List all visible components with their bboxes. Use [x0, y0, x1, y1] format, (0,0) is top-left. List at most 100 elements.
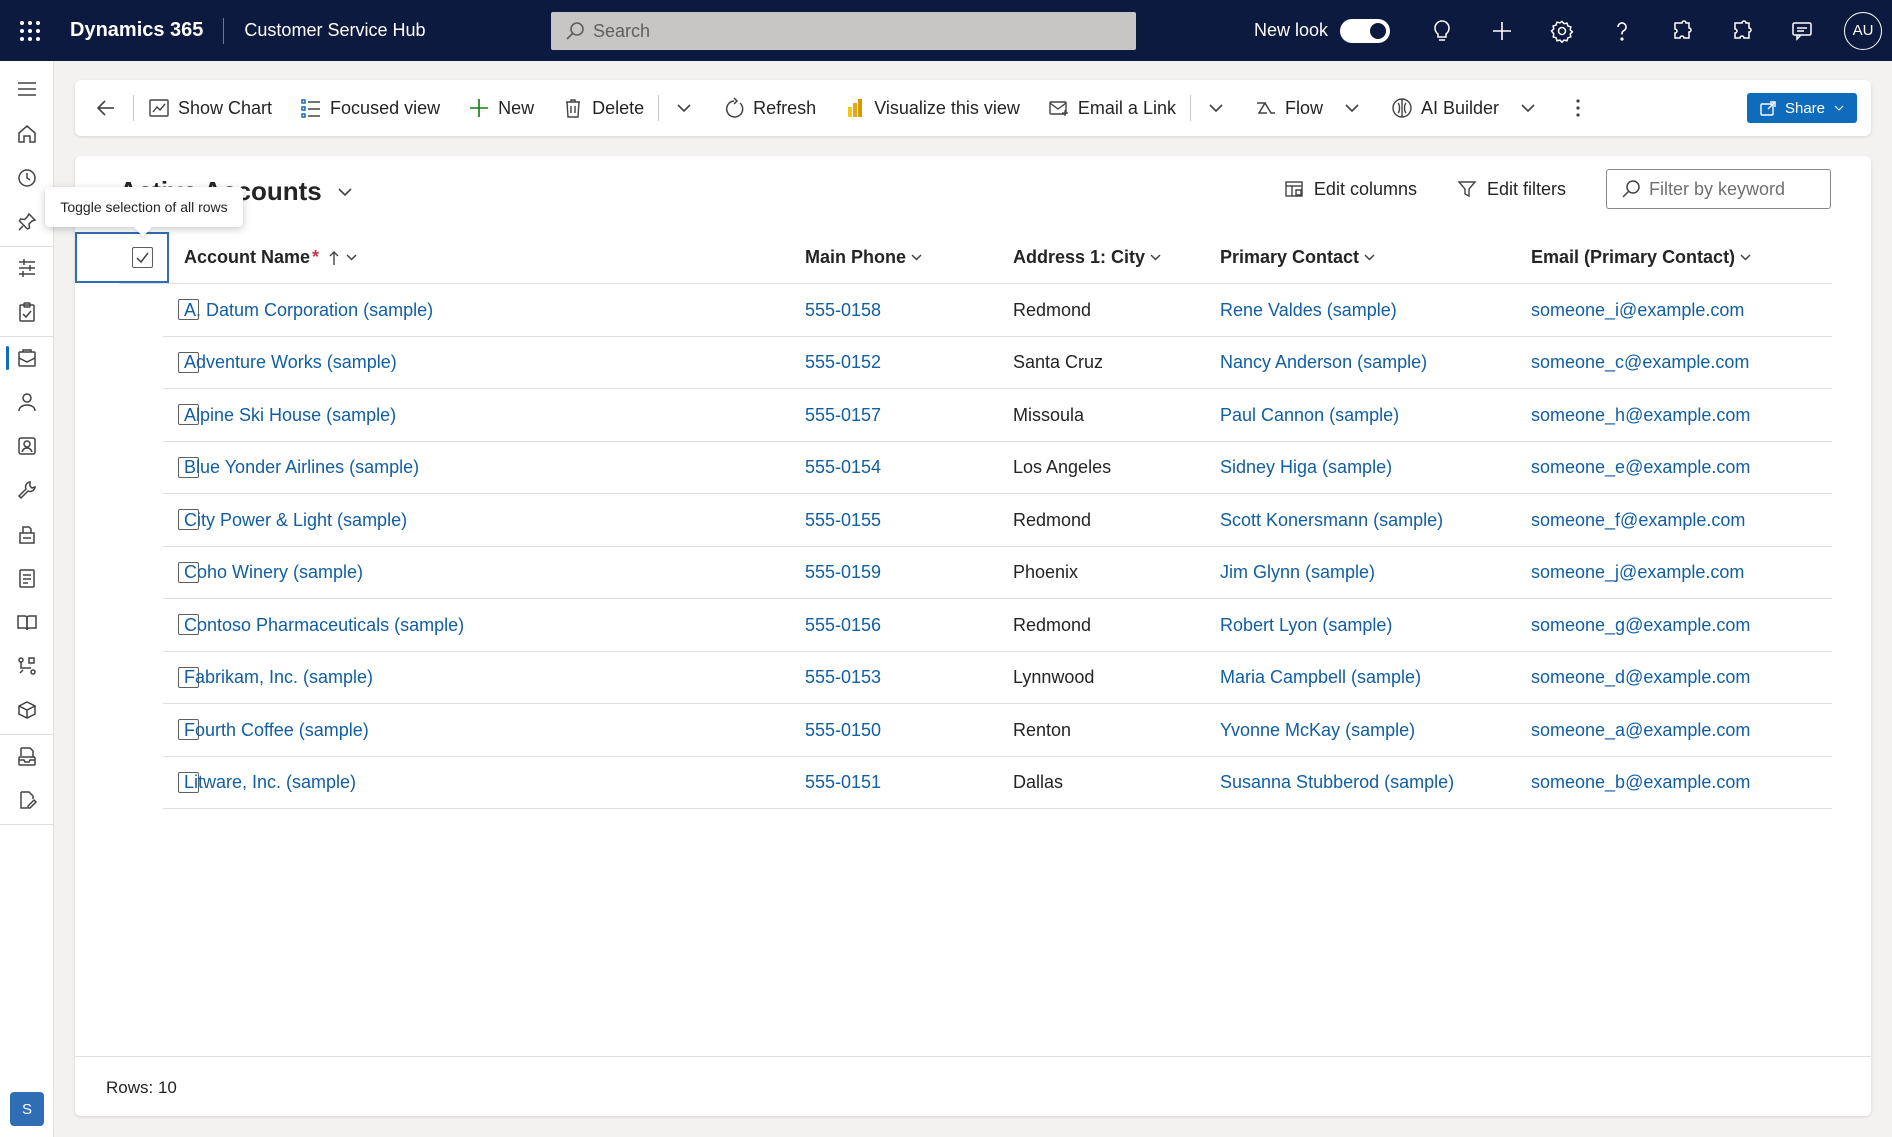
knowledge-articles-icon[interactable]: [0, 558, 54, 598]
activities-clipboard-icon[interactable]: [0, 292, 54, 332]
products-box-icon[interactable]: [0, 690, 54, 730]
cell-main-phone[interactable]: 555-0155: [805, 494, 881, 546]
routing-icon[interactable]: [0, 646, 54, 686]
cell-main-phone[interactable]: 555-0158: [805, 284, 881, 336]
cell-account-name[interactable]: Contoso Pharmaceuticals (sample): [184, 599, 464, 651]
delete-button[interactable]: Delete: [548, 80, 658, 136]
cell-primary-contact[interactable]: Nancy Anderson (sample): [1220, 337, 1427, 389]
cell-account-name[interactable]: Fourth Coffee (sample): [184, 704, 369, 756]
share-button[interactable]: Share: [1746, 93, 1857, 123]
cell-primary-contact[interactable]: Robert Lyon (sample): [1220, 599, 1392, 651]
cell-account-name[interactable]: Blue Yonder Airlines (sample): [184, 442, 419, 494]
cell-main-phone[interactable]: 555-0154: [805, 442, 881, 494]
cell-primary-contact[interactable]: Scott Konersmann (sample): [1220, 494, 1443, 546]
table-row[interactable]: Coho Winery (sample) 555-0159 Phoenix Jim G…: [163, 547, 1832, 599]
cell-email[interactable]: someone_e@example.com: [1531, 442, 1750, 494]
dashboard-icon[interactable]: [0, 248, 54, 288]
document-edit-icon[interactable]: [0, 780, 54, 820]
cell-primary-contact[interactable]: Sidney Higa (sample): [1220, 442, 1392, 494]
cell-account-name[interactable]: Fabrikam, Inc. (sample): [184, 652, 373, 704]
cell-account-name[interactable]: A. Datum Corporation (sample): [184, 284, 433, 336]
cell-email[interactable]: someone_g@example.com: [1531, 599, 1750, 651]
edit-columns-button[interactable]: Edit columns: [1284, 179, 1417, 200]
home-icon[interactable]: [0, 114, 54, 154]
puzzle-icon[interactable]: [1652, 0, 1712, 61]
user-avatar[interactable]: AU: [1844, 11, 1882, 50]
column-header-main-phone[interactable]: Main Phone: [805, 232, 923, 283]
new-button[interactable]: New: [454, 80, 548, 136]
table-row[interactable]: Fabrikam, Inc. (sample) 555-0153 Lynnwood M…: [163, 652, 1832, 704]
cell-email[interactable]: someone_j@example.com: [1531, 547, 1744, 599]
app-name[interactable]: Customer Service Hub: [224, 20, 445, 41]
back-button[interactable]: [75, 80, 133, 136]
select-all-cell[interactable]: [75, 232, 169, 283]
refresh-button[interactable]: Refresh: [709, 80, 830, 136]
book-icon[interactable]: [0, 602, 54, 642]
cell-main-phone[interactable]: 555-0156: [805, 599, 881, 651]
table-row[interactable]: Adventure Works (sample) 555-0152 Santa Cr…: [163, 337, 1832, 389]
column-header-city[interactable]: Address 1: City: [1013, 232, 1162, 283]
contacts-person-icon[interactable]: [0, 382, 54, 422]
overflow-menu-button[interactable]: [1553, 80, 1603, 136]
hamburger-menu-icon[interactable]: [0, 69, 54, 109]
table-row[interactable]: City Power & Light (sample) 555-0155 Redmo…: [163, 494, 1832, 547]
cell-primary-contact[interactable]: Maria Campbell (sample): [1220, 652, 1421, 704]
filter-keyword-input[interactable]: Filter by keyword: [1606, 169, 1831, 209]
cell-email[interactable]: someone_h@example.com: [1531, 389, 1750, 441]
cell-main-phone[interactable]: 555-0152: [805, 337, 881, 389]
cell-email[interactable]: someone_c@example.com: [1531, 337, 1749, 389]
cell-primary-contact[interactable]: Paul Cannon (sample): [1220, 389, 1399, 441]
cell-email[interactable]: someone_b@example.com: [1531, 757, 1750, 809]
chat-icon[interactable]: [1772, 0, 1832, 61]
cell-primary-contact[interactable]: Rene Valdes (sample): [1220, 284, 1397, 336]
wrench-icon[interactable]: [0, 470, 54, 510]
cell-primary-contact[interactable]: Jim Glynn (sample): [1220, 547, 1375, 599]
more-commands-chevron[interactable]: [659, 80, 709, 136]
cell-primary-contact[interactable]: Yvonne McKay (sample): [1220, 704, 1415, 756]
cell-email[interactable]: someone_d@example.com: [1531, 652, 1750, 704]
table-row[interactable]: Litware, Inc. (sample) 555-0151 Dallas Susa…: [163, 757, 1832, 809]
plus-icon[interactable]: [1472, 0, 1532, 61]
table-row[interactable]: Blue Yonder Airlines (sample) 555-0154 Los…: [163, 442, 1832, 494]
accounts-icon[interactable]: [0, 338, 54, 378]
extension-icon[interactable]: [1712, 0, 1772, 61]
lightbulb-icon[interactable]: [1412, 0, 1472, 61]
new-look-toggle[interactable]: [1340, 18, 1390, 43]
cell-primary-contact[interactable]: Susanna Stubberod (sample): [1220, 757, 1454, 809]
cell-email[interactable]: someone_a@example.com: [1531, 704, 1750, 756]
edit-filters-button[interactable]: Edit filters: [1457, 179, 1566, 200]
cell-account-name[interactable]: Adventure Works (sample): [184, 337, 397, 389]
table-row[interactable]: Contoso Pharmaceuticals (sample) 555-0156…: [163, 599, 1832, 652]
cell-main-phone[interactable]: 555-0150: [805, 704, 881, 756]
select-all-checkbox[interactable]: [132, 247, 153, 268]
app-launcher-icon[interactable]: [0, 0, 60, 61]
social-profiles-icon[interactable]: [0, 426, 54, 466]
cell-account-name[interactable]: Coho Winery (sample): [184, 547, 363, 599]
cell-account-name[interactable]: City Power & Light (sample): [184, 494, 407, 546]
gear-icon[interactable]: [1532, 0, 1592, 61]
table-row[interactable]: Fourth Coffee (sample) 555-0150 Renton Yvon…: [163, 704, 1832, 757]
flow-button[interactable]: Flow: [1241, 80, 1377, 136]
visualize-view-button[interactable]: Visualize this view: [830, 80, 1034, 136]
table-row[interactable]: Alpine Ski House (sample) 555-0157 Missoul…: [163, 389, 1832, 442]
table-row[interactable]: A. Datum Corporation (sample) 555-0158 Red…: [163, 284, 1832, 337]
cell-account-name[interactable]: Litware, Inc. (sample): [184, 757, 356, 809]
cell-email[interactable]: someone_i@example.com: [1531, 284, 1744, 336]
column-header-email[interactable]: Email (Primary Contact): [1531, 232, 1752, 283]
cell-main-phone[interactable]: 555-0151: [805, 757, 881, 809]
cell-account-name[interactable]: Alpine Ski House (sample): [184, 389, 396, 441]
email-link-button[interactable]: Email a Link: [1034, 80, 1190, 136]
focused-view-button[interactable]: Focused view: [286, 80, 454, 136]
column-header-account-name[interactable]: Account Name *: [184, 232, 358, 283]
area-switcher-button[interactable]: S: [10, 1092, 44, 1126]
brand-title[interactable]: Dynamics 365: [60, 19, 223, 42]
cell-email[interactable]: someone_f@example.com: [1531, 494, 1745, 546]
column-header-primary-contact[interactable]: Primary Contact: [1220, 232, 1376, 283]
queues-icon[interactable]: [0, 514, 54, 554]
cell-main-phone[interactable]: 555-0157: [805, 389, 881, 441]
email-options-chevron[interactable]: [1191, 80, 1241, 136]
inbox-icon[interactable]: [0, 736, 54, 776]
cell-main-phone[interactable]: 555-0153: [805, 652, 881, 704]
global-search-input[interactable]: Search: [551, 12, 1136, 50]
cell-main-phone[interactable]: 555-0159: [805, 547, 881, 599]
